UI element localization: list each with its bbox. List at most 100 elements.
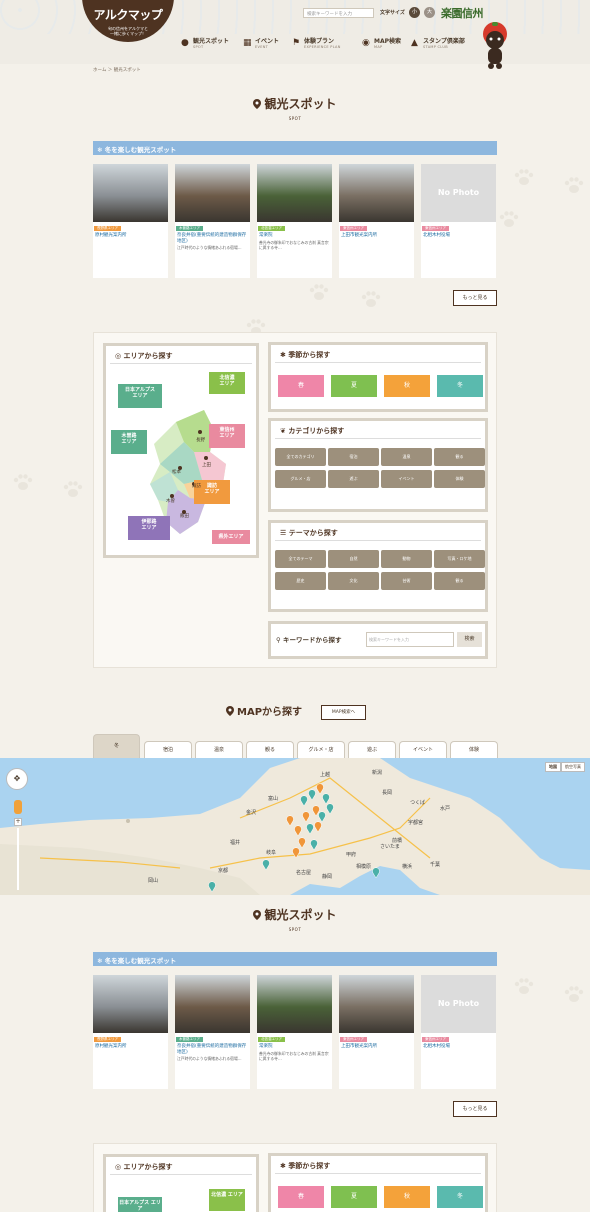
nav-item-map[interactable]: ◉ MAP検索 MAP (362, 38, 401, 56)
map-tab[interactable]: 冬 (93, 734, 140, 758)
breadcrumb[interactable]: ホーム ＞ 観光スポット (93, 67, 141, 73)
season-button[interactable]: 冬 (437, 375, 483, 397)
area-kitashinano[interactable]: 北信濃 エリア (209, 372, 245, 394)
street-view-icon[interactable] (14, 800, 22, 814)
season-button[interactable]: 秋 (384, 1186, 430, 1208)
spot-photo[interactable] (257, 164, 332, 222)
city-label: 諏訪 (192, 484, 201, 489)
category-button[interactable]: 全てのカテゴリ (275, 448, 326, 466)
spot-photo[interactable] (257, 975, 332, 1033)
keyword-search-input[interactable]: 検索キーワードを入力 (366, 632, 454, 647)
category-button[interactable]: 体験 (434, 470, 485, 488)
theme-button[interactable]: 動物 (381, 550, 432, 568)
spot-title[interactable]: 常楽院 (259, 233, 332, 239)
spot-photo[interactable] (339, 975, 414, 1033)
site-logo[interactable]: アルクマップ 旬の信州をアルクマと 一緒に歩くマップ！ (82, 0, 174, 42)
theme-button[interactable]: 歴史 (275, 572, 326, 590)
nav-item-event[interactable]: ▦ イベント EVENT (243, 38, 279, 56)
nav-item-experience[interactable]: ⚑ 体験プラン EXPERIENCE PLAN (292, 38, 341, 56)
no-photo-placeholder[interactable]: No Photo (421, 164, 496, 222)
spot-title[interactable]: 奈良井宿(重要伝統的建造物群保存地区) (177, 1044, 250, 1055)
map-tab[interactable]: グルメ・店 (297, 741, 345, 758)
theme-button[interactable]: 文化 (328, 572, 379, 590)
theme-button[interactable]: 写真・ロケ地 (434, 550, 485, 568)
area-japan-alps[interactable]: 日本アルプス エリア (118, 384, 162, 408)
map-tab[interactable]: 温泉 (195, 741, 243, 758)
zoom-in-button[interactable]: + (14, 818, 22, 826)
spot-photo[interactable] (175, 975, 250, 1033)
header-search-input[interactable]: 検索キーワードを入力 (303, 8, 374, 18)
zoom-slider[interactable] (17, 828, 19, 890)
spot-card[interactable]: 長野県エリア 原村観光案内所 (93, 975, 168, 1089)
more-button[interactable]: もっと見る (453, 1101, 497, 1117)
area-tag: 木曽路エリア (176, 226, 203, 231)
nav-item-stamp[interactable]: ▲ スタンプ倶楽部 STAMP CLUB (411, 38, 465, 56)
map-pan-control[interactable]: ✥ (6, 768, 28, 790)
area-kisoji[interactable]: 木曽路 エリア (111, 430, 147, 454)
spot-title[interactable]: 原村観光案内所 (95, 233, 168, 239)
spot-card[interactable]: No Photo 東信州エリア 北相木村役場 (421, 164, 496, 278)
spot-title[interactable]: 北相木村役場 (423, 1044, 496, 1050)
spot-card[interactable]: 木曽路エリア 奈良井宿(重要伝統的建造物群保存地区) 江戸時代のような情緒あふれる宿… (175, 975, 250, 1089)
category-button[interactable]: 遊ぶ (328, 470, 379, 488)
category-button[interactable]: 観る (434, 448, 485, 466)
font-size-large-button[interactable]: 大 (424, 7, 435, 18)
map-tab[interactable]: 観る (246, 741, 294, 758)
spot-card[interactable]: 長野県エリア 原村観光案内所 (93, 164, 168, 278)
google-map[interactable]: 新潟 長岡 上越 富山 金沢 福井 岐阜 名古屋 静岡 甲府 前橋 宇都宮 水戸 さいたま 横浜 千葉 京都 岡山… (0, 758, 590, 895)
category-button[interactable]: グルメ・店 (275, 470, 326, 488)
spot-photo[interactable] (93, 975, 168, 1033)
spot-card[interactable]: 北信濃エリア 常楽院 善光寺の御朱印でおなじみの古刹 真言宗に属する寺… (257, 975, 332, 1089)
spot-card[interactable]: 東信州エリア 上田市観光案内所 (339, 975, 414, 1089)
brand-logo[interactable]: 楽園信州 (441, 5, 499, 21)
spot-title[interactable]: 常楽院 (259, 1044, 332, 1050)
category-button[interactable]: 宿泊 (328, 448, 379, 466)
spot-title[interactable]: 上田市観光案内所 (341, 1044, 414, 1050)
map-type-map[interactable]: 地図 (545, 762, 561, 772)
map-pin-icon (253, 99, 262, 109)
theme-button[interactable]: 芸術 (381, 572, 432, 590)
theme-button[interactable]: 観る (434, 572, 485, 590)
area-japan-alps[interactable]: 日本アルプス エリア (118, 1197, 162, 1212)
spot-card[interactable]: 東信州エリア 上田市観光案内所 (339, 164, 414, 278)
map-tab[interactable]: イベント (399, 741, 447, 758)
map-city-label: 上越 (320, 771, 330, 778)
map-type-control: 地図 航空写真 (545, 762, 585, 772)
season-button[interactable]: 春 (278, 1186, 324, 1208)
area-higashishinshu[interactable]: 東信州 エリア (209, 424, 245, 448)
map-search-button[interactable]: MAP検索へ (321, 705, 366, 720)
spot-card[interactable]: 木曽路エリア 奈良井宿(重要伝統的建造物群保存地区) 江戸時代のような情緒あふれる宿… (175, 164, 250, 278)
map-city-label: 水戸 (440, 805, 450, 812)
area-outside[interactable]: 県外エリア (212, 530, 250, 544)
spot-title[interactable]: 奈良井宿(重要伝統的建造物群保存地区) (177, 233, 250, 244)
spot-photo[interactable] (93, 164, 168, 222)
theme-button[interactable]: 全てのテーマ (275, 550, 326, 568)
season-button[interactable]: 秋 (384, 375, 430, 397)
font-size-small-button[interactable]: 小 (409, 7, 420, 18)
area-inaji[interactable]: 伊那路 エリア (128, 516, 170, 540)
map-tab[interactable]: 遊ぶ (348, 741, 396, 758)
map-type-satellite[interactable]: 航空写真 (561, 762, 585, 772)
season-button[interactable]: 夏 (331, 375, 377, 397)
area-kitashinano[interactable]: 北信濃 エリア (209, 1189, 245, 1211)
season-button[interactable]: 冬 (437, 1186, 483, 1208)
spot-photo[interactable] (339, 164, 414, 222)
area-tag: 北信濃エリア (258, 1037, 285, 1042)
category-button[interactable]: イベント (381, 470, 432, 488)
spot-title[interactable]: 上田市観光案内所 (341, 233, 414, 239)
keyword-search-button[interactable]: 検索 (457, 632, 482, 647)
season-button[interactable]: 春 (278, 375, 324, 397)
spot-title[interactable]: 北相木村役場 (423, 233, 496, 239)
theme-button[interactable]: 自然 (328, 550, 379, 568)
no-photo-placeholder[interactable]: No Photo (421, 975, 496, 1033)
season-button[interactable]: 夏 (331, 1186, 377, 1208)
spot-title[interactable]: 原村観光案内所 (95, 1044, 168, 1050)
spot-card[interactable]: No Photo 東信州エリア 北相木村役場 (421, 975, 496, 1089)
nav-item-spot[interactable]: ● 観光スポット SPOT (181, 38, 229, 56)
spot-photo[interactable] (175, 164, 250, 222)
map-tab[interactable]: 体験 (450, 741, 498, 758)
category-button[interactable]: 温泉 (381, 448, 432, 466)
more-button[interactable]: もっと見る (453, 290, 497, 306)
spot-card[interactable]: 北信濃エリア 常楽院 善光寺の御朱印でおなじみの古刹 真言宗に属する寺… (257, 164, 332, 278)
map-tab[interactable]: 宿泊 (144, 741, 192, 758)
